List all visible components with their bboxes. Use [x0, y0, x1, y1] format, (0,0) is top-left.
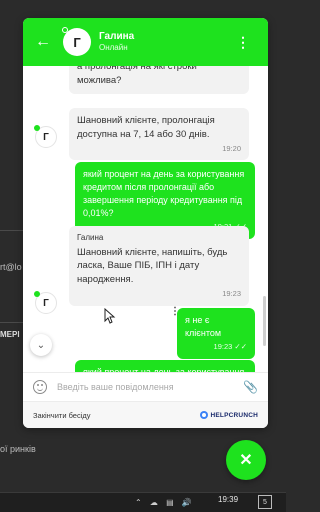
agent-avatar-small: Г: [34, 291, 57, 314]
agent-initial: Г: [43, 297, 49, 309]
notification-icon[interactable]: 5: [258, 495, 272, 509]
bg-divider: [0, 322, 23, 323]
bg-text-email: rt@lo: [0, 262, 22, 272]
notification-count: 5: [263, 498, 267, 506]
close-icon[interactable]: ✕: [226, 440, 266, 480]
message-composer: 📎: [23, 372, 268, 400]
message-text: а пролонгація на які строки можлива?: [77, 66, 197, 86]
agent-initial: Г: [73, 34, 81, 50]
message-incoming: Галина Шановний клієнте, напишіть, будь …: [69, 226, 249, 306]
agent-initial: Г: [43, 131, 49, 143]
smile-icon[interactable]: [33, 379, 47, 394]
taskbar-clock[interactable]: 19:39: [218, 495, 239, 505]
agent-avatar-small: Г: [34, 125, 57, 148]
bg-text-menu: МЕРІ: [0, 330, 20, 339]
message-text: Шановний клієнте, напишіть, будь ласка, …: [77, 246, 228, 286]
brand-name: HELPCRUNCH: [210, 411, 258, 419]
message-text: я не є клієнтом: [185, 315, 222, 339]
brand-icon: [199, 411, 208, 419]
online-dot: [62, 27, 68, 33]
agent-info: Галина Онлайн: [99, 31, 134, 53]
brand-logo[interactable]: HELPCRUNCH: [199, 411, 259, 419]
paperclip-icon[interactable]: 📎: [243, 380, 258, 394]
scrollbar[interactable]: [263, 296, 266, 346]
bg-divider: [0, 230, 23, 231]
bg-text-markets: ої ринків: [0, 444, 36, 454]
chat-header: ← Г Галина Онлайн ⋮: [23, 18, 268, 66]
kebab-icon[interactable]: ⋮: [236, 34, 250, 51]
message-input[interactable]: [57, 381, 244, 392]
taskbar: ⌃ ☁ ▤ 🔊 19:39 5: [0, 492, 286, 512]
message-text: який процент на день за користування кре…: [83, 169, 245, 219]
agent-avatar: Г: [62, 27, 91, 56]
chat-widget: ← Г Галина Онлайн ⋮ а пролонгація на які…: [23, 18, 268, 428]
message-time: 19:20: [222, 143, 241, 153]
agent-name: Галина: [99, 31, 135, 43]
tray-icons[interactable]: ⌃ ☁ ▤ 🔊: [135, 498, 195, 507]
message-time: 19:23 ✓✓: [185, 342, 247, 353]
message-outgoing: я не є клієнтом 19:23 ✓✓: [177, 308, 255, 359]
chevron-down-icon[interactable]: ⌄: [30, 334, 52, 356]
chat-footer: Закінчити бесіду HELPCRUNCH: [23, 401, 268, 428]
double-check-icon: ✓✓: [234, 342, 247, 352]
message-incoming: а пролонгація на які строки можлива?: [69, 66, 249, 94]
mouse-cursor-icon: [104, 308, 116, 324]
clock-time: 19:39: [218, 495, 239, 504]
message-list[interactable]: а пролонгація на які строки можлива? Г Ш…: [23, 66, 268, 384]
message-time: 19:23: [222, 288, 241, 298]
end-chat-link[interactable]: Закінчити бесіду: [33, 411, 91, 420]
message-text: Шановний клієнте, пролонгація доступна н…: [77, 115, 215, 140]
message-time-value: 19:23: [213, 342, 233, 352]
online-dot: [34, 291, 40, 297]
message-sender: Галина: [77, 233, 104, 242]
agent-status: Онлайн: [99, 43, 128, 53]
arrow-left-icon[interactable]: ←: [35, 34, 57, 50]
online-dot: [34, 125, 40, 131]
message-incoming: Шановний клієнте, пролонгація доступна н…: [69, 108, 249, 161]
